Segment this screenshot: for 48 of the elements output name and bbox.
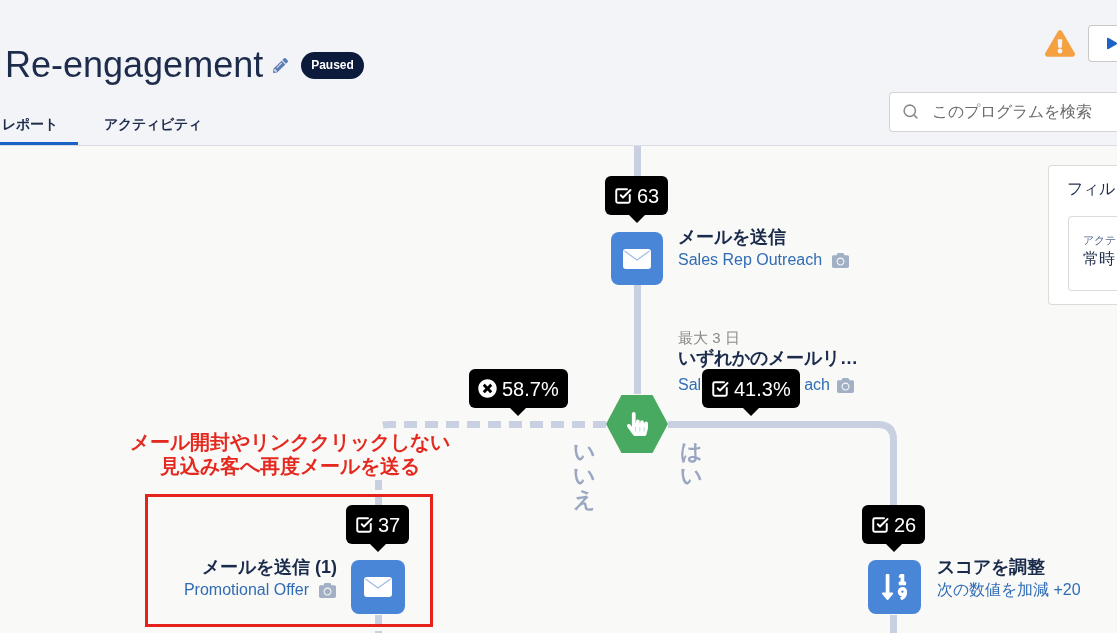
tab[interactable]: アクティビティ bbox=[84, 107, 222, 145]
sort-numbers-icon bbox=[881, 572, 908, 602]
checkbox-tick-icon bbox=[355, 515, 373, 534]
dashed-connector-line bbox=[375, 615, 382, 633]
pencil-icon[interactable] bbox=[273, 57, 289, 73]
wait-duration: 最大 3 日 bbox=[678, 328, 740, 348]
search-icon bbox=[902, 103, 919, 120]
stat-value: 37 bbox=[378, 512, 401, 537]
camera-icon[interactable] bbox=[835, 376, 855, 394]
asset-link[interactable]: Sal bbox=[678, 374, 702, 396]
branch-label: いいえ bbox=[573, 440, 595, 513]
asset-link[interactable]: Promotional Offer bbox=[183, 579, 309, 601]
stat-value: 41.3% bbox=[734, 376, 791, 401]
field-value: 常時 bbox=[1083, 249, 1116, 269]
camera-icon[interactable] bbox=[831, 251, 851, 269]
panel-title: フィル bbox=[1067, 179, 1116, 199]
connector-line bbox=[890, 615, 897, 633]
status-badge: Paused bbox=[301, 51, 364, 79]
asset-link[interactable]: 次の数値を加減 +20 bbox=[937, 579, 1081, 601]
email-step-node[interactable] bbox=[351, 560, 405, 614]
field-label: アクテ bbox=[1083, 233, 1117, 248]
asset-link[interactable]: Sales Rep Outreach bbox=[678, 249, 823, 271]
envelope-icon bbox=[364, 577, 392, 597]
camera-icon[interactable] bbox=[318, 581, 337, 599]
stat-value: 26 bbox=[894, 512, 917, 537]
checkbox-tick-icon bbox=[614, 186, 632, 205]
step-title: いずれかのメールリ… bbox=[678, 348, 858, 368]
step-title: スコアを調整 bbox=[937, 556, 1045, 579]
page-title: Re-engagement bbox=[5, 43, 264, 87]
filter-field[interactable]: アクテ 常時 bbox=[1068, 216, 1117, 291]
play-icon bbox=[1107, 37, 1117, 50]
connector-line bbox=[634, 146, 641, 176]
step-title: メールを送信 (1) bbox=[202, 556, 337, 579]
pointer-hand-icon bbox=[626, 412, 648, 436]
play-button[interactable] bbox=[1088, 25, 1117, 62]
step-title: メールを送信 bbox=[678, 226, 786, 249]
envelope-icon bbox=[623, 248, 651, 269]
search-field[interactable]: このプログラムを検索 bbox=[889, 92, 1117, 132]
checkbox-tick-icon bbox=[871, 515, 889, 534]
annotation-text: メール開封やリンククリックしない 見込み客へ再度メールを送る bbox=[129, 430, 451, 478]
stat-value: 58.7% bbox=[502, 376, 559, 401]
score-step-node[interactable] bbox=[868, 560, 921, 614]
branch-label: はい bbox=[680, 440, 702, 489]
email-step-node[interactable] bbox=[611, 232, 663, 285]
asset-link[interactable]: ach bbox=[804, 374, 830, 396]
warning-icon[interactable] bbox=[1045, 30, 1075, 57]
stat-value: 63 bbox=[637, 183, 660, 208]
checkbox-tick-icon bbox=[711, 379, 729, 398]
